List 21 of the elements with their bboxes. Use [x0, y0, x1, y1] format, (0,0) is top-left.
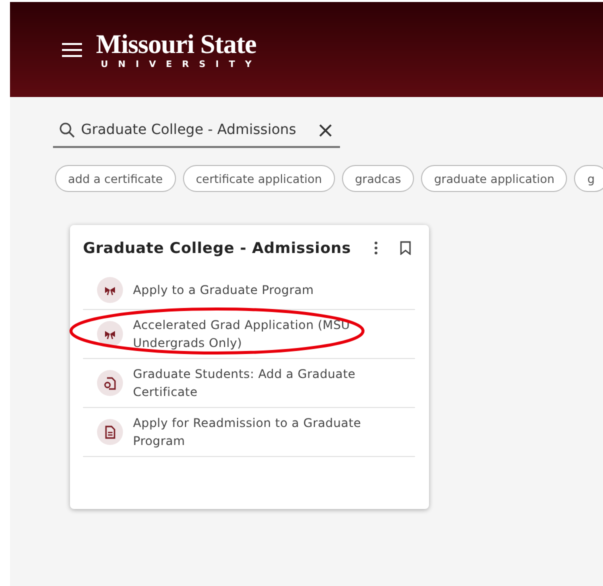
suggestion-chip[interactable]: add a certificate: [55, 165, 176, 192]
suggestion-chip[interactable]: g: [574, 165, 603, 192]
ribbon-icon: [97, 277, 123, 303]
logo-title: Missouri State: [96, 28, 256, 58]
document-icon: [97, 419, 123, 445]
link-item[interactable]: Graduate Students: Add a Graduate Certificate: [83, 359, 415, 408]
link-item[interactable]: Apply for Readmission to a Graduate Program: [83, 408, 415, 457]
card-title: Graduate College - Admissions: [83, 239, 352, 257]
menu-icon[interactable]: [62, 42, 82, 58]
search-icon: [59, 122, 75, 138]
bookmark-icon[interactable]: [400, 241, 411, 255]
close-icon[interactable]: [319, 124, 332, 136]
link-item[interactable]: Accelerated Grad Application (MSU Undergrads Only): [83, 310, 415, 359]
suggestion-chip[interactable]: certificate application: [182, 165, 335, 192]
more-options-icon[interactable]: [374, 241, 378, 255]
link-item[interactable]: Apply to a Graduate Program: [83, 271, 415, 310]
ribbon-icon: [97, 321, 123, 347]
suggestion-chip[interactable]: gradcas: [342, 165, 414, 192]
search-field[interactable]: Graduate College - Admissions: [81, 122, 313, 138]
certificate-icon: [97, 370, 123, 396]
suggestion-chip[interactable]: graduate application: [421, 165, 568, 192]
